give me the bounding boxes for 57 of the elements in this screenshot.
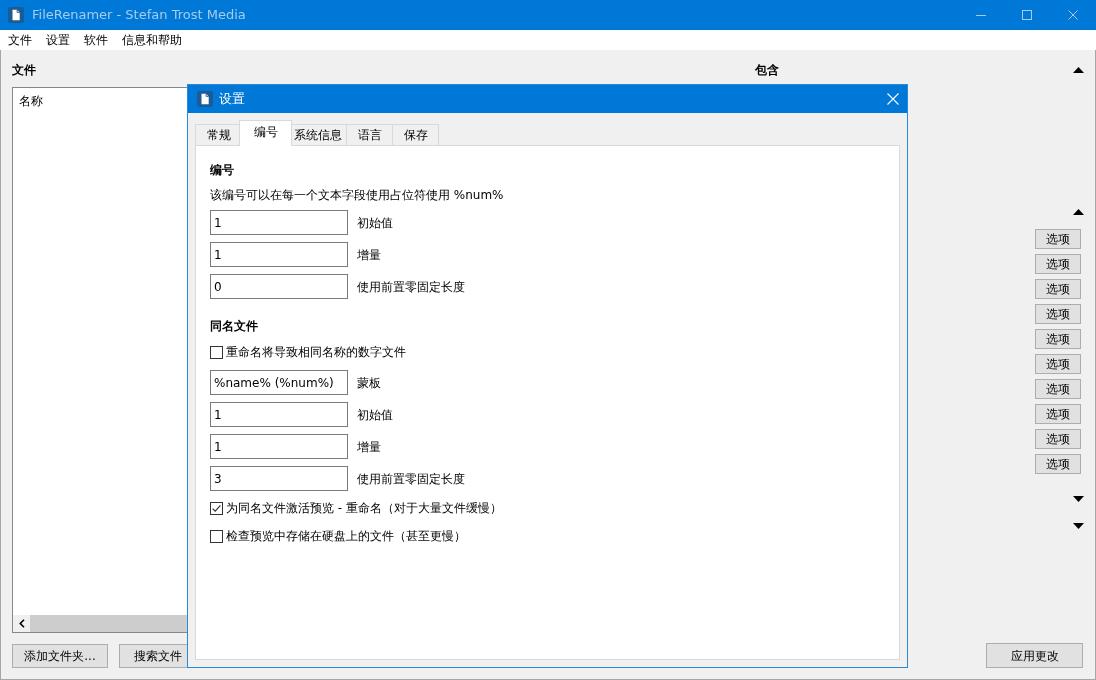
minimize-icon[interactable] <box>976 14 986 16</box>
text-field[interactable]: 0 <box>210 274 348 299</box>
checkbox[interactable] <box>210 529 223 543</box>
field-label: 使用前置零固定长度 <box>357 470 465 487</box>
options-button[interactable]: 选项 <box>1035 354 1081 374</box>
tab[interactable]: 编号 <box>239 120 292 146</box>
up-arrow-icon[interactable] <box>1073 67 1084 73</box>
field-label: 蒙板 <box>357 374 381 391</box>
section-heading: 编号 <box>210 162 234 178</box>
text-field[interactable]: 1 <box>210 210 348 235</box>
options-button[interactable]: 选项 <box>1035 429 1081 449</box>
checkbox-label[interactable]: 检查预览中存储在硬盘上的文件（甚至更慢） <box>226 528 466 544</box>
description-text: 该编号可以在每一个文本字段使用占位符使用 %num% <box>210 187 504 203</box>
section-heading: 包含 <box>755 62 779 78</box>
field-label: 初始值 <box>357 214 393 231</box>
field-label: 增量 <box>357 246 381 263</box>
field-label: 初始值 <box>357 406 393 423</box>
up-arrow-icon[interactable] <box>1073 209 1084 215</box>
menu-item[interactable]: 文件 <box>1 30 39 50</box>
options-button[interactable]: 选项 <box>1035 379 1081 399</box>
text-field[interactable]: 1 <box>210 242 348 267</box>
field-label: 增量 <box>357 438 381 455</box>
tab[interactable]: 保存 <box>392 124 439 145</box>
menu-item[interactable]: 设置 <box>39 30 77 50</box>
maximize-icon[interactable] <box>1022 10 1032 20</box>
checkbox-label[interactable]: 重命名将导致相同名称的数字文件 <box>226 344 406 360</box>
options-button[interactable]: 选项 <box>1035 404 1081 424</box>
down-arrow-icon[interactable] <box>1073 523 1084 529</box>
section-heading: 文件 <box>12 62 36 78</box>
options-button[interactable]: 选项 <box>1035 454 1081 474</box>
close-icon[interactable] <box>1068 10 1078 20</box>
checkbox[interactable] <box>210 345 223 359</box>
add-folder-button[interactable]: 添加文件夹... <box>12 644 108 668</box>
tab[interactable]: 常规 <box>195 124 242 145</box>
menu-item[interactable]: 软件 <box>77 30 115 50</box>
search-folder-button[interactable]: 搜索文件 <box>119 644 189 668</box>
dialog-title: 设置 <box>219 91 245 107</box>
text-field[interactable]: 1 <box>210 434 348 459</box>
section-heading: 同名文件 <box>210 318 258 334</box>
down-arrow-icon[interactable] <box>1073 496 1084 502</box>
column-header[interactable]: 名称 <box>13 88 49 114</box>
text-field[interactable]: 3 <box>210 466 348 491</box>
document-icon <box>197 91 213 107</box>
window-title: FileRenamer - Stefan Trost Media <box>32 7 246 23</box>
checkbox[interactable] <box>210 501 223 515</box>
field-label: 使用前置零固定长度 <box>357 278 465 295</box>
apply-changes-button[interactable]: 应用更改 <box>986 643 1083 668</box>
options-button[interactable]: 选项 <box>1035 304 1081 324</box>
options-button[interactable]: 选项 <box>1035 279 1081 299</box>
document-icon <box>8 7 24 23</box>
checkbox-label[interactable]: 为同名文件激活预览 - 重命名（对于大量文件缓慢） <box>226 500 502 516</box>
text-field[interactable]: 1 <box>210 402 348 427</box>
menu-item[interactable]: 信息和帮助 <box>115 30 189 50</box>
options-button[interactable]: 选项 <box>1035 254 1081 274</box>
options-button[interactable]: 选项 <box>1035 329 1081 349</box>
options-button[interactable]: 选项 <box>1035 229 1081 249</box>
text-field[interactable]: %name% (%num%) <box>210 370 348 395</box>
